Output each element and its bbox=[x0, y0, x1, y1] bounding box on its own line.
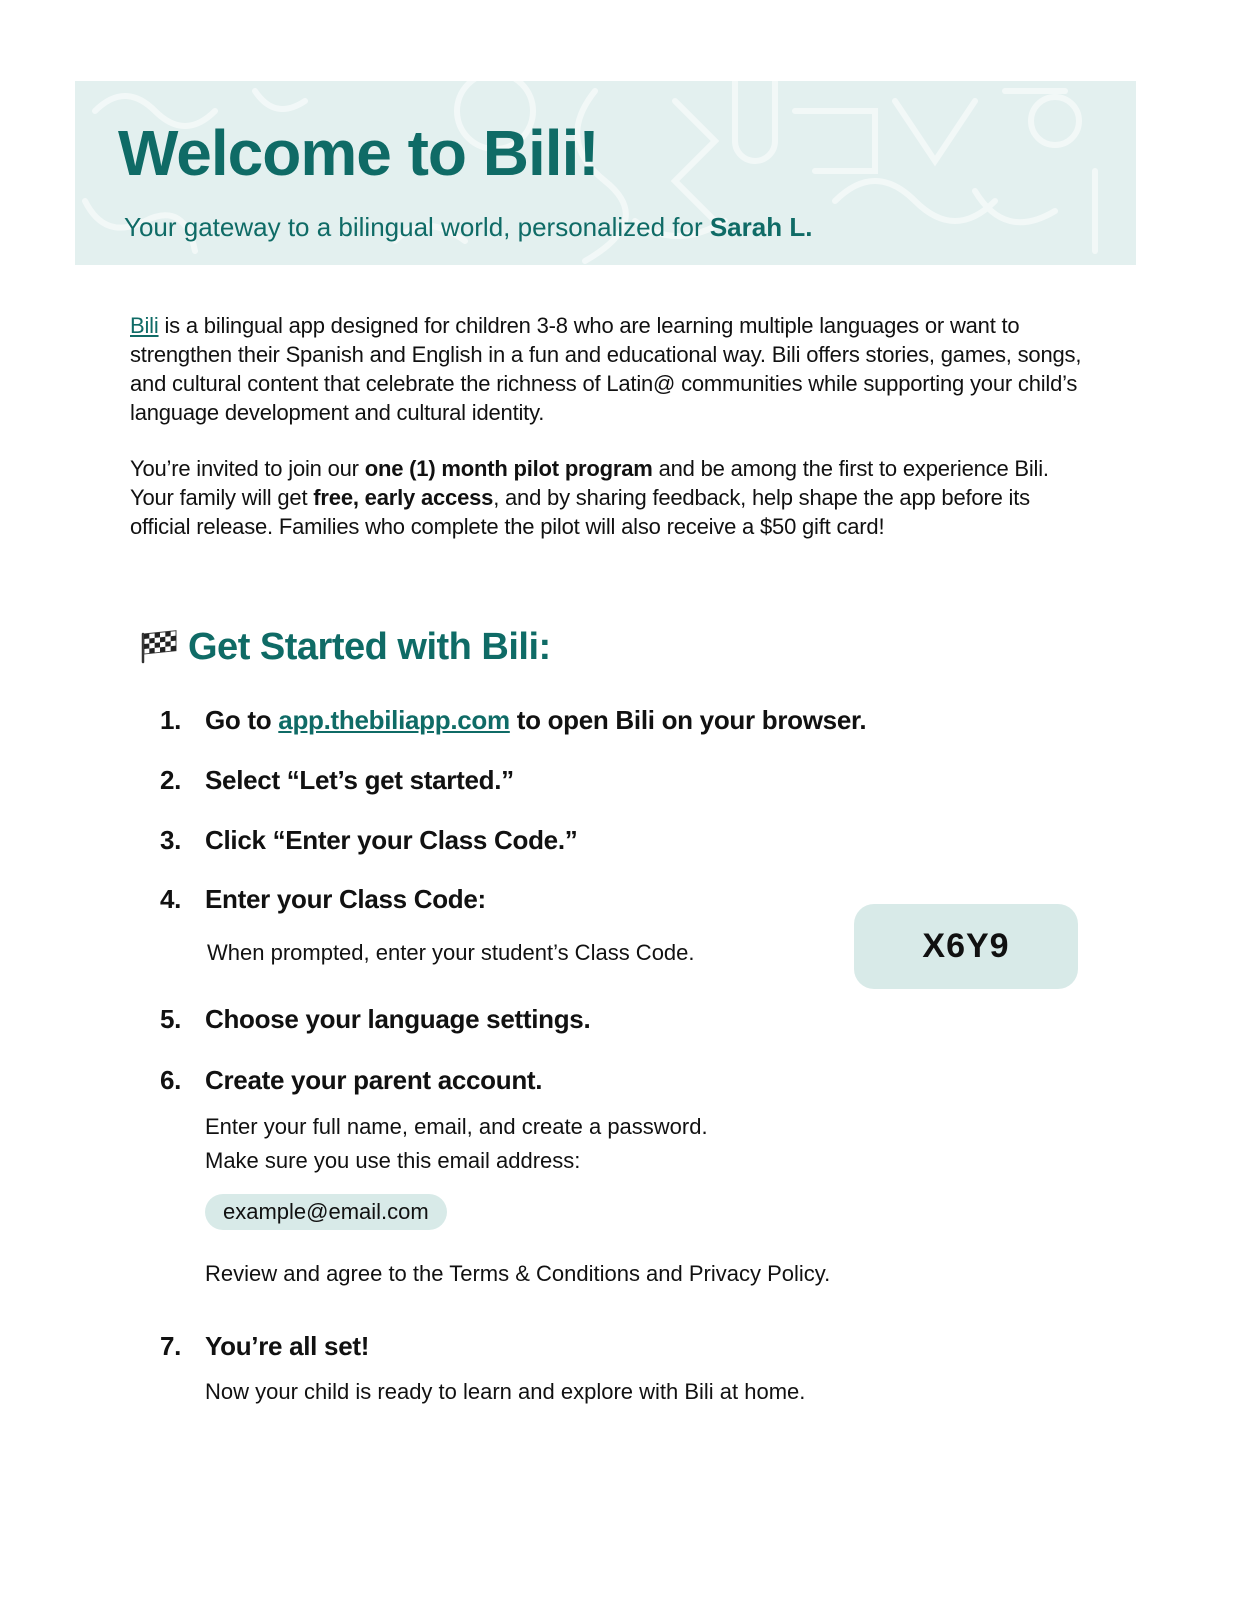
step-5-label: Choose your language settings. bbox=[205, 1004, 591, 1034]
get-started-title: Get Started with Bili: bbox=[188, 625, 551, 668]
step-4-label: Enter your Class Code: bbox=[205, 884, 486, 914]
get-started-heading: Get Started with Bili: bbox=[140, 624, 551, 670]
step-7-detail: Now your child is ready to learn and exp… bbox=[205, 1379, 806, 1404]
step-4: 4. Enter your Class Code: bbox=[160, 884, 486, 915]
step-2: 2. Select “Let’s get started.” bbox=[160, 765, 514, 796]
step-6: 6. Create your parent account. bbox=[160, 1065, 543, 1096]
bili-link[interactable]: Bili bbox=[130, 313, 159, 338]
step-6-label: Create your parent account. bbox=[205, 1065, 543, 1095]
step-number: 2. bbox=[160, 765, 182, 795]
step-1: 1. Go to app.thebiliapp.com to open Bili… bbox=[160, 705, 867, 736]
early-access-highlight: free, early access bbox=[313, 485, 494, 510]
step-3: 3. Click “Enter your Class Code.” bbox=[160, 825, 578, 856]
step-7-label: You’re all set! bbox=[205, 1331, 370, 1361]
step-2-label: Select “Let’s get started.” bbox=[205, 765, 514, 795]
step-number: 5. bbox=[160, 1004, 182, 1034]
pilot-program-highlight: one (1) month pilot program bbox=[364, 456, 653, 481]
step-6-detail-2: Make sure you use this email address: bbox=[205, 1148, 581, 1173]
step-6-detail-3: Review and agree to the Terms & Conditio… bbox=[205, 1261, 831, 1286]
step-6-detail-1: Enter your full name, email, and create … bbox=[205, 1114, 708, 1139]
step-1-label: Go to app.thebiliapp.com to open Bili on… bbox=[205, 705, 867, 736]
step-5: 5. Choose your language settings. bbox=[160, 1004, 591, 1035]
step-number: 6. bbox=[160, 1065, 182, 1095]
app-url-link[interactable]: app.thebiliapp.com bbox=[278, 705, 510, 735]
step-number: 4. bbox=[160, 884, 182, 914]
page-title: Welcome to Bili! bbox=[118, 117, 600, 189]
class-code-badge: X6Y9 bbox=[854, 904, 1078, 989]
step-1-pre: Go to bbox=[205, 705, 279, 735]
step-4-detail: When prompted, enter your student’s Clas… bbox=[207, 940, 695, 965]
checkered-flag-icon bbox=[141, 630, 177, 664]
step-1-post: to open Bili on your browser. bbox=[509, 705, 867, 735]
step-7: 7. You’re all set! bbox=[160, 1331, 369, 1362]
intro-paragraph-2: You’re invited to join our one (1) month… bbox=[130, 454, 1090, 541]
page-subtitle: Your gateway to a bilingual world, perso… bbox=[124, 214, 812, 240]
email-address-badge: example@email.com bbox=[205, 1194, 447, 1230]
step-3-label: Click “Enter your Class Code.” bbox=[205, 825, 578, 855]
intro-2-text-a: You’re invited to join our bbox=[130, 456, 365, 481]
header-banner: Welcome to Bili! Your gateway to a bilin… bbox=[75, 81, 1136, 265]
subtitle-text: Your gateway to a bilingual world, perso… bbox=[124, 212, 710, 242]
intro-paragraph-1: Bili is a bilingual app designed for chi… bbox=[130, 311, 1090, 427]
recipient-name: Sarah L. bbox=[709, 212, 813, 242]
intro-1-text: is a bilingual app designed for children… bbox=[130, 313, 1082, 425]
step-number: 3. bbox=[160, 825, 182, 855]
step-number: 7. bbox=[160, 1331, 182, 1361]
step-number: 1. bbox=[160, 705, 182, 735]
